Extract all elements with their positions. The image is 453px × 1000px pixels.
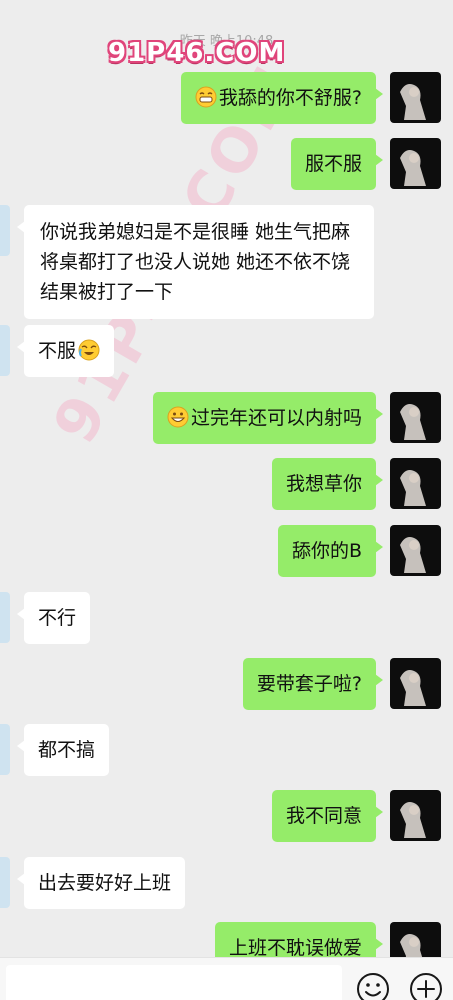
plus-circle-icon[interactable]: [409, 972, 443, 1000]
message-text: 服不服: [304, 153, 362, 175]
chat-bubble-sent[interactable]: 过完年还可以内射吗: [152, 392, 384, 444]
crying-laugh-face-icon: [78, 339, 100, 361]
message-text: 出去要好好上班: [38, 872, 172, 894]
chat-bubble-received[interactable]: 出去要好好上班: [16, 857, 186, 909]
message-text: 都不搞: [38, 739, 96, 761]
message-text: 我不同意: [285, 805, 362, 827]
chat-bubble-sent[interactable]: 我舔的你不舒服?: [180, 72, 384, 124]
site-watermark: 91P46.COM: [108, 38, 286, 68]
chat-bubble-received[interactable]: 你说我弟媳妇是不是很睡 她生气把麻将桌都打了也没人说她 她还不依不饶结果被打了一…: [17, 205, 374, 319]
contact-avatar[interactable]: [0, 857, 10, 908]
message-input[interactable]: [6, 965, 342, 1000]
my-avatar[interactable]: [390, 392, 441, 443]
grin-sweat-face-icon: [195, 86, 217, 108]
chat-bubble-received[interactable]: 都不搞: [16, 724, 110, 776]
message-text: 不服: [38, 340, 77, 362]
my-avatar[interactable]: [390, 72, 441, 123]
my-avatar[interactable]: [390, 790, 441, 841]
message-text: 不行: [38, 607, 77, 629]
message-text: 要带套子啦?: [256, 673, 362, 695]
contact-avatar[interactable]: [0, 724, 10, 775]
chat-bubble-sent[interactable]: 我想草你: [271, 458, 384, 510]
chat-bubble-sent[interactable]: 我不同意: [271, 790, 384, 842]
chat-screen: 昨天 晚上10:48 91P46.COM 91P46.COM 我舔的你不舒服? …: [0, 0, 453, 1000]
message-text: 舔你的B: [291, 540, 362, 562]
message-text: 我舔的你不舒服?: [218, 87, 362, 109]
chat-bubble-received[interactable]: 不行: [16, 592, 91, 644]
contact-avatar[interactable]: [0, 205, 10, 256]
message-text: 你说我弟媳妇是不是很睡 她生气把麻将桌都打了也没人说她 她还不依不饶结果被打了一…: [40, 221, 351, 303]
chat-bubble-sent[interactable]: 舔你的B: [277, 525, 384, 577]
smile-icon[interactable]: [356, 972, 390, 1000]
contact-avatar[interactable]: [0, 592, 10, 643]
chat-bubble-sent[interactable]: 服不服: [290, 138, 384, 190]
my-avatar[interactable]: [390, 525, 441, 576]
contact-avatar[interactable]: [0, 325, 10, 376]
message-text: 我想草你: [285, 473, 362, 495]
my-avatar[interactable]: [390, 138, 441, 189]
chat-input-bar: [0, 957, 453, 1000]
message-text: 上班不耽误做爱: [228, 937, 362, 959]
chat-bubble-received[interactable]: 不服: [16, 325, 115, 377]
my-avatar[interactable]: [390, 458, 441, 509]
message-text: 过完年还可以内射吗: [190, 407, 362, 429]
my-avatar[interactable]: [390, 658, 441, 709]
grin-face-icon: [167, 406, 189, 428]
chat-bubble-sent[interactable]: 要带套子啦?: [242, 658, 384, 710]
